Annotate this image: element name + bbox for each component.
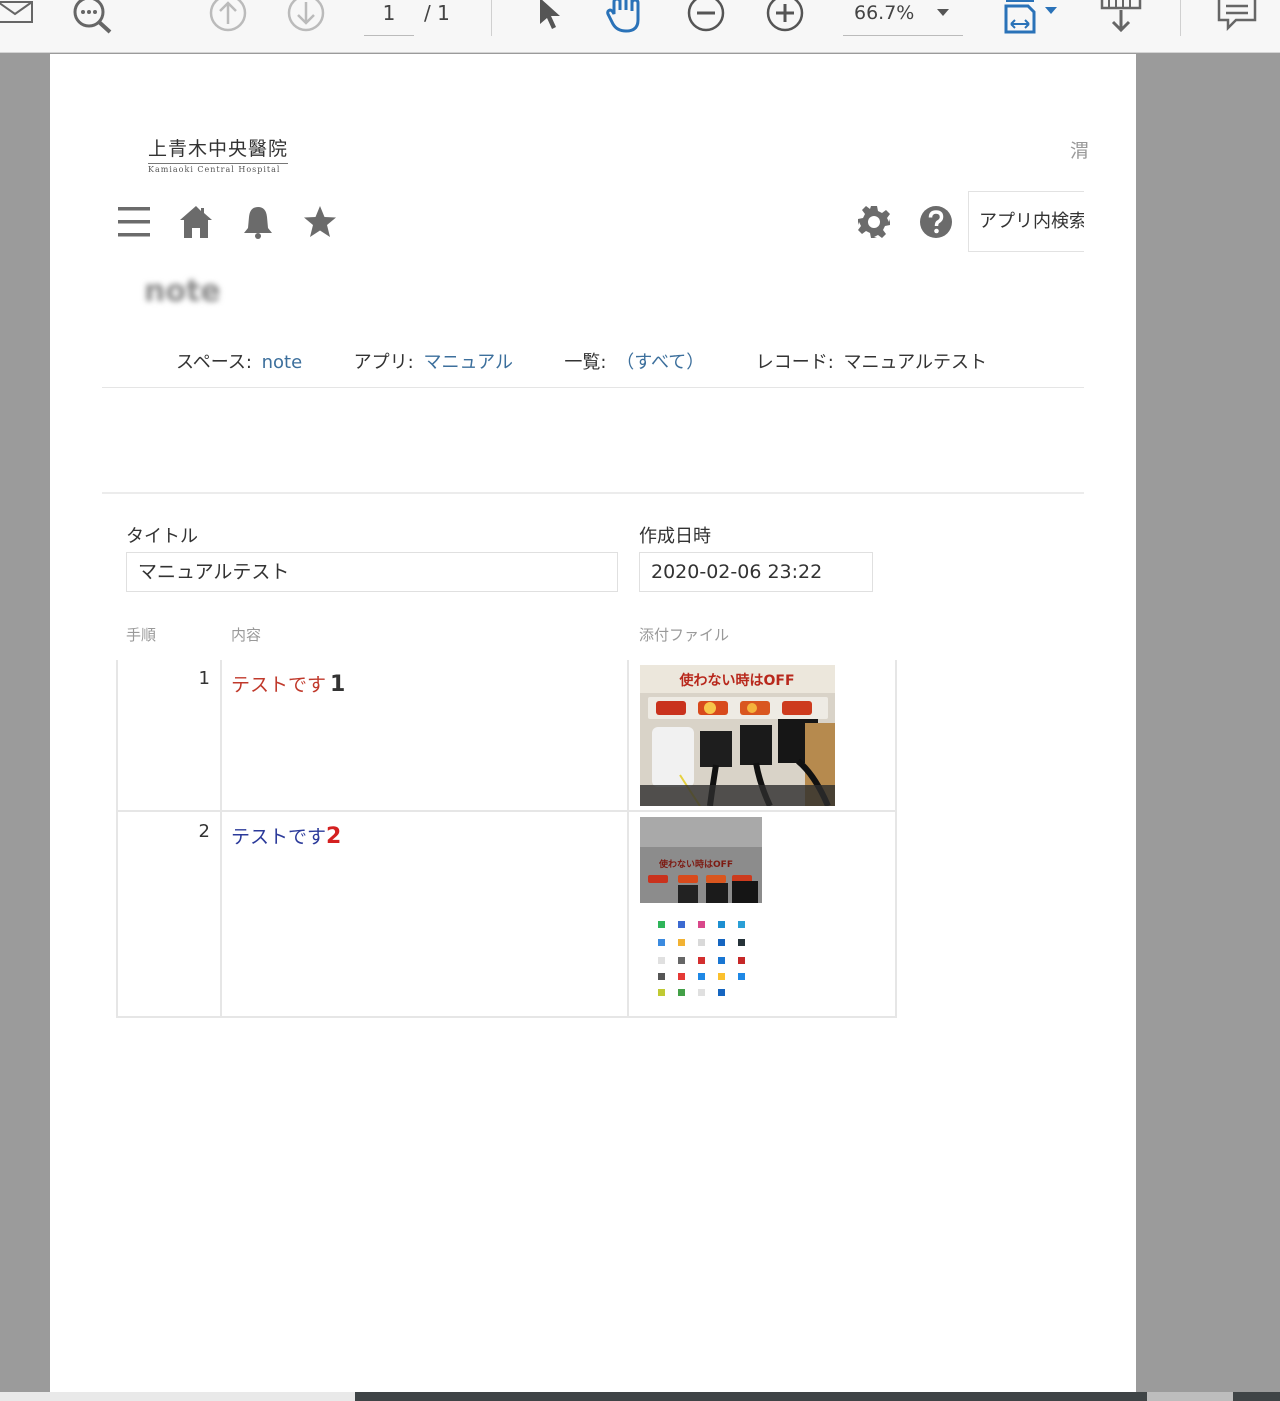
hand-tool-icon[interactable] [604, 0, 652, 36]
step-number: 1 [198, 668, 210, 689]
scroll-mode-icon[interactable] [1100, 0, 1144, 36]
pdf-page: 上青木中央醫院 Kamiaoki Central Hospital 渭 アプリ内… [50, 54, 1136, 1392]
breadcrumb-record-label: レコード: [755, 352, 834, 373]
zoom-out-icon[interactable] [686, 0, 726, 34]
step-content-text: テストです [231, 674, 327, 696]
breadcrumb-space-link[interactable]: note [262, 352, 303, 373]
column-divider [220, 660, 222, 1016]
step-content: テストです2 [231, 822, 341, 849]
help-icon[interactable] [918, 204, 954, 244]
zoom-in-icon[interactable] [765, 0, 805, 34]
zoom-dropdown-icon[interactable] [937, 9, 949, 16]
attachment-thumbnail[interactable]: 使わない時はOFF [640, 665, 835, 806]
app-search-input[interactable]: アプリ内検索 [968, 191, 1084, 252]
cut-off-text: 渭 [1070, 140, 1090, 162]
find-icon[interactable] [70, 0, 116, 36]
toolbar-divider [491, 0, 492, 36]
space-title: note [144, 274, 221, 309]
fit-page-icon[interactable] [1002, 0, 1062, 36]
breadcrumb-space-label: スペース: [176, 352, 252, 373]
step-content: テストです 1 [231, 670, 345, 697]
breadcrumb-list-label: 一覧: [564, 352, 607, 373]
thumbnail-caption: 使わない時はOFF [658, 858, 733, 870]
row-divider [118, 810, 897, 812]
zoom-level-select[interactable]: 66.7% [843, 0, 963, 36]
scrollbar-track [0, 1392, 355, 1401]
step-number: 2 [198, 821, 210, 842]
divider [102, 492, 1084, 494]
toolbar-divider [1180, 0, 1181, 36]
column-divider [627, 660, 629, 1016]
mail-icon[interactable] [0, 0, 36, 30]
divider [102, 387, 1084, 388]
bell-icon[interactable] [240, 204, 276, 244]
comment-icon[interactable] [1216, 0, 1260, 34]
breadcrumb-app-label: アプリ: [353, 352, 414, 373]
attachment-thumbnail[interactable]: 使わない時はOFF [640, 817, 762, 1007]
step-content-text: テストです [231, 826, 327, 848]
menu-icon[interactable] [116, 204, 152, 244]
created-label: 作成日時 [639, 526, 711, 547]
table-header-step: 手順 [126, 626, 157, 644]
select-tool-icon[interactable] [536, 0, 566, 32]
star-icon[interactable] [302, 204, 338, 244]
logo-main-text: 上青木中央醫院 [148, 138, 289, 160]
breadcrumb: スペース: note アプリ: マニュアル 一覧: （すべて） レコード: マニ… [176, 348, 987, 374]
app-grid [658, 921, 745, 996]
page-number-input[interactable]: 1 [364, 0, 414, 36]
title-label: タイトル [126, 526, 198, 547]
scrollbar-track [1233, 1392, 1280, 1401]
step-content-number: 2 [326, 824, 342, 849]
horizontal-scrollbar[interactable] [0, 1392, 1280, 1401]
prev-page-icon[interactable] [208, 0, 248, 34]
hospital-logo: 上青木中央醫院 Kamiaoki Central Hospital [148, 134, 289, 174]
viewer-toolbar: 1 / 1 66.7% [0, 0, 1280, 53]
steps-table: 1 テストです 1 使わない時はOFF 2 テストです2 使わない時はOFF [116, 660, 897, 1018]
gear-icon[interactable] [856, 204, 892, 244]
scrollbar-thumb[interactable] [355, 1392, 1147, 1401]
page-total: / 1 [424, 1, 450, 25]
breadcrumb-list-link[interactable]: （すべて） [616, 348, 704, 374]
logo-sub-text: Kamiaoki Central Hospital [148, 163, 289, 174]
step-content-number: 1 [330, 672, 346, 697]
table-header-attachment: 添付ファイル [639, 626, 730, 644]
thumbnail-caption: 使わない時はOFF [678, 672, 794, 689]
home-icon[interactable] [178, 204, 214, 244]
created-field: 2020-02-06 23:22 [639, 552, 873, 592]
next-page-icon[interactable] [286, 0, 326, 34]
breadcrumb-record-value: マニュアルテスト [843, 352, 988, 373]
breadcrumb-app-link[interactable]: マニュアル [423, 348, 512, 374]
table-header-content: 内容 [231, 626, 262, 644]
title-field: マニュアルテスト [126, 552, 618, 592]
